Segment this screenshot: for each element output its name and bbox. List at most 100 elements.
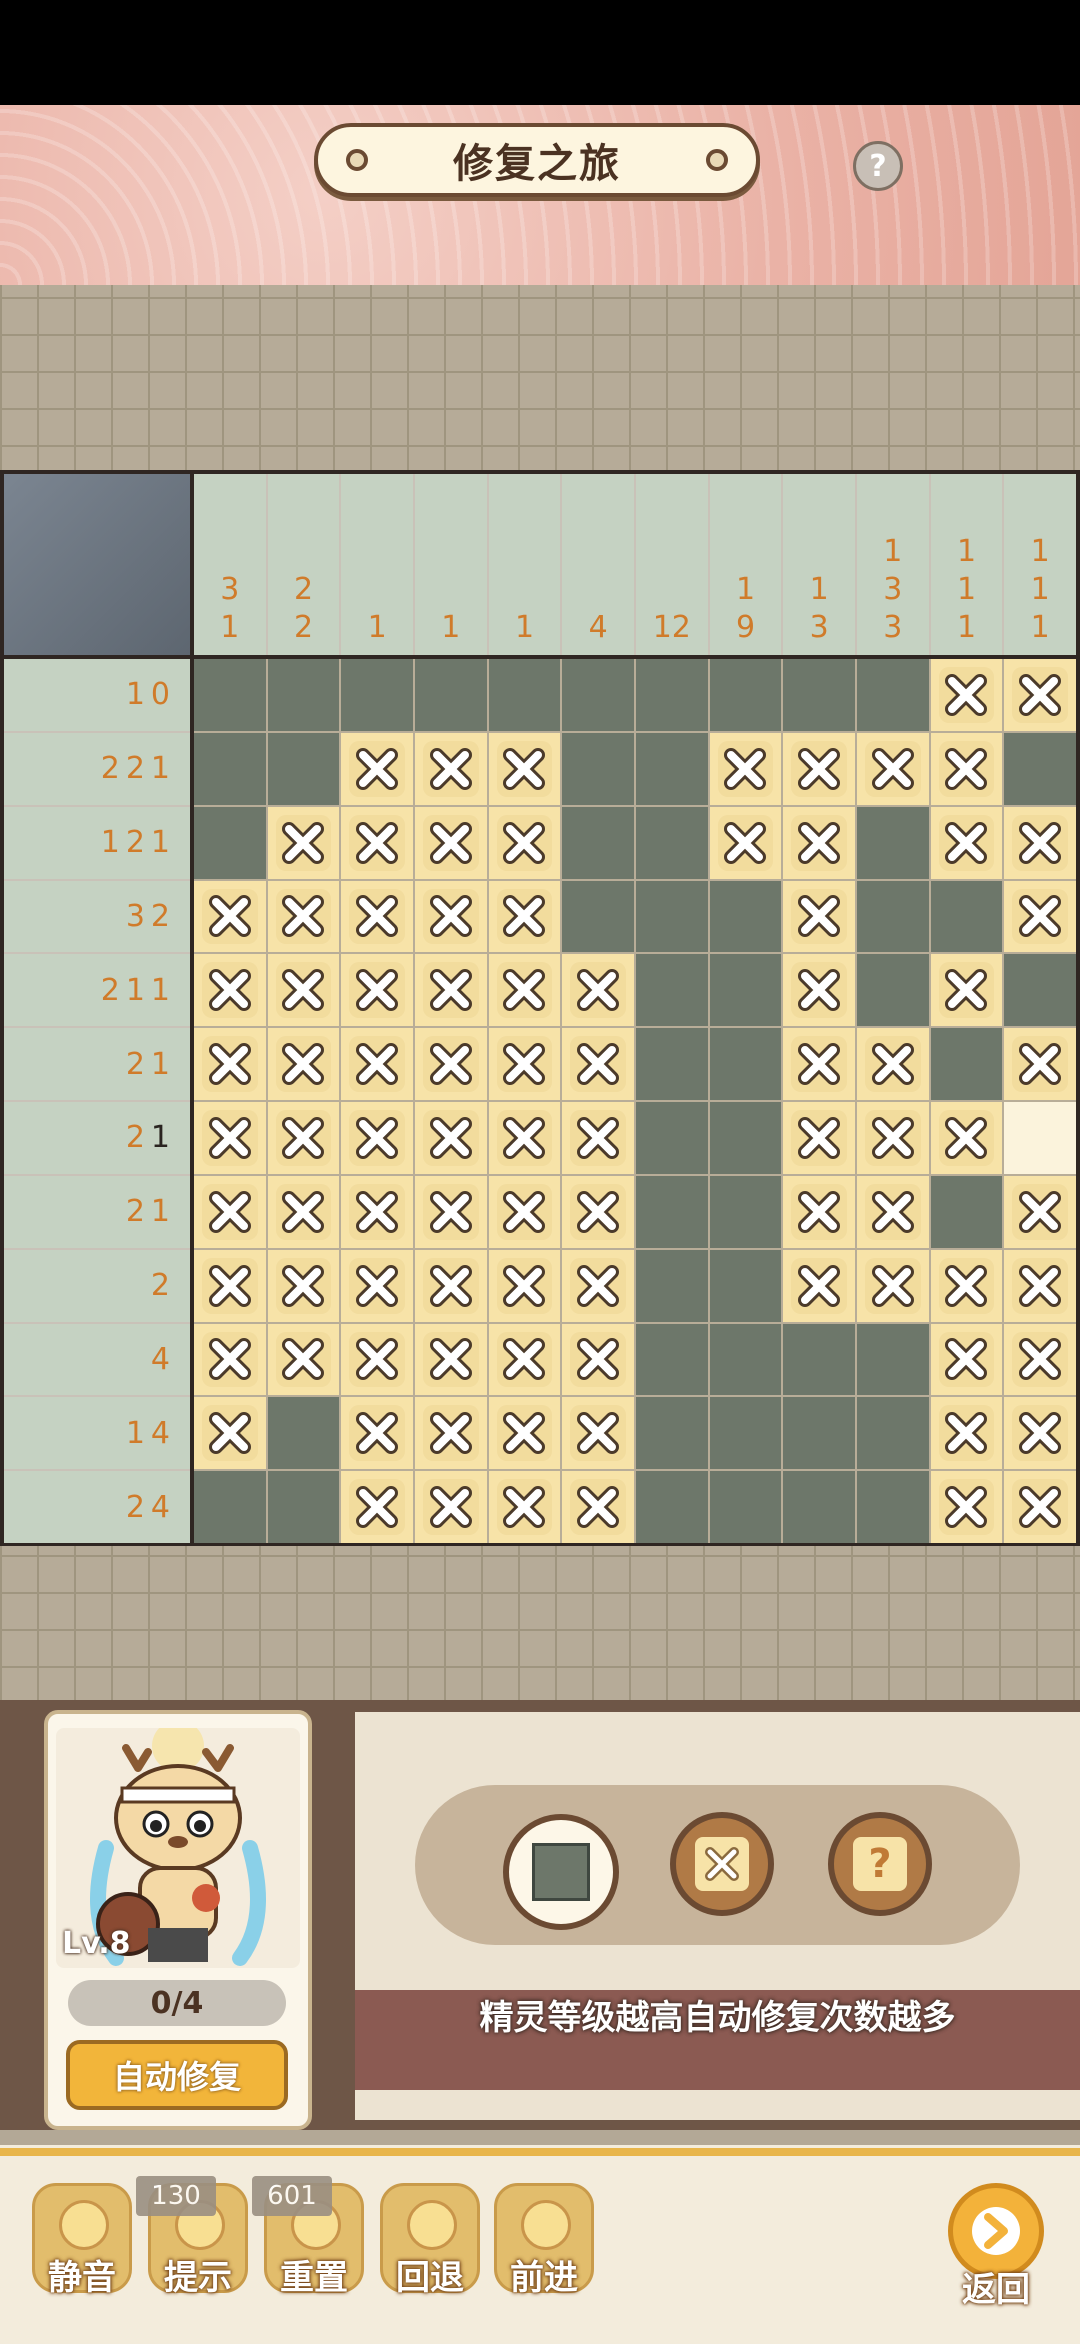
crossed-cell[interactable] <box>267 1249 340 1322</box>
filled-cell[interactable] <box>856 1397 929 1470</box>
crossed-cell[interactable] <box>856 1175 929 1248</box>
filled-cell[interactable] <box>267 659 340 731</box>
crossed-cell[interactable] <box>1004 1323 1076 1396</box>
filled-cell[interactable] <box>856 954 929 1027</box>
crossed-cell[interactable] <box>414 1102 487 1174</box>
filled-cell[interactable] <box>194 1471 266 1543</box>
crossed-cell[interactable] <box>414 1471 487 1543</box>
crossed-cell[interactable] <box>488 1102 561 1174</box>
crossed-cell[interactable] <box>267 1028 340 1100</box>
crossed-cell[interactable] <box>1004 1397 1076 1470</box>
crossed-cell[interactable] <box>194 1323 266 1396</box>
crossed-cell[interactable] <box>562 1028 634 1100</box>
crossed-cell[interactable] <box>194 1397 266 1470</box>
crossed-cell[interactable] <box>783 880 855 953</box>
crossed-cell[interactable] <box>488 806 561 879</box>
crossed-cell[interactable] <box>414 1249 487 1322</box>
filled-cell[interactable] <box>930 1175 1003 1248</box>
crossed-cell[interactable] <box>562 1471 634 1543</box>
filled-cell[interactable] <box>635 1102 708 1174</box>
filled-cell[interactable] <box>709 954 782 1027</box>
crossed-cell[interactable] <box>488 1397 561 1470</box>
filled-cell[interactable] <box>562 732 634 805</box>
crossed-cell[interactable] <box>1004 1249 1076 1322</box>
filled-cell[interactable] <box>635 659 708 731</box>
puzzle-grid[interactable] <box>194 659 1076 1543</box>
crossed-cell[interactable] <box>341 1102 413 1174</box>
crossed-cell[interactable] <box>414 732 487 805</box>
crossed-cell[interactable] <box>783 1102 855 1174</box>
crossed-cell[interactable] <box>414 1323 487 1396</box>
filled-cell[interactable] <box>635 1323 708 1396</box>
crossed-cell[interactable] <box>341 1397 413 1470</box>
filled-cell[interactable] <box>709 1102 782 1174</box>
filled-cell[interactable] <box>635 1028 708 1100</box>
filled-cell[interactable] <box>709 880 782 953</box>
filled-cell[interactable] <box>709 1471 782 1543</box>
fill-tool-button[interactable] <box>503 1814 619 1930</box>
filled-cell[interactable] <box>635 880 708 953</box>
crossed-cell[interactable] <box>414 880 487 953</box>
crossed-cell[interactable] <box>488 1249 561 1322</box>
crossed-cell[interactable] <box>930 954 1003 1027</box>
filled-cell[interactable] <box>783 1323 855 1396</box>
crossed-cell[interactable] <box>341 806 413 879</box>
filled-cell[interactable] <box>709 1397 782 1470</box>
crossed-cell[interactable] <box>930 1249 1003 1322</box>
crossed-cell[interactable] <box>783 954 855 1027</box>
crossed-cell[interactable] <box>930 732 1003 805</box>
unknown-tool-button[interactable]: ? <box>828 1812 932 1916</box>
crossed-cell[interactable] <box>341 880 413 953</box>
filled-cell[interactable] <box>562 806 634 879</box>
filled-cell[interactable] <box>783 659 855 731</box>
crossed-cell[interactable] <box>341 1175 413 1248</box>
crossed-cell[interactable] <box>930 1323 1003 1396</box>
crossed-cell[interactable] <box>194 954 266 1027</box>
filled-cell[interactable] <box>930 880 1003 953</box>
crossed-cell[interactable] <box>1004 1175 1076 1248</box>
filled-cell[interactable] <box>635 732 708 805</box>
crossed-cell[interactable] <box>562 1323 634 1396</box>
crossed-cell[interactable] <box>267 806 340 879</box>
filled-cell[interactable] <box>194 806 266 879</box>
crossed-cell[interactable] <box>341 1471 413 1543</box>
crossed-cell[interactable] <box>930 1102 1003 1174</box>
crossed-cell[interactable] <box>488 1323 561 1396</box>
filled-cell[interactable] <box>709 1249 782 1322</box>
crossed-cell[interactable] <box>930 659 1003 731</box>
filled-cell[interactable] <box>709 1028 782 1100</box>
filled-cell[interactable] <box>1004 732 1076 805</box>
crossed-cell[interactable] <box>709 806 782 879</box>
crossed-cell[interactable] <box>488 1028 561 1100</box>
filled-cell[interactable] <box>856 1323 929 1396</box>
crossed-cell[interactable] <box>856 732 929 805</box>
filled-cell[interactable] <box>783 1471 855 1543</box>
crossed-cell[interactable] <box>488 1471 561 1543</box>
crossed-cell[interactable] <box>194 880 266 953</box>
filled-cell[interactable] <box>930 1028 1003 1100</box>
crossed-cell[interactable] <box>930 1471 1003 1543</box>
filled-cell[interactable] <box>856 659 929 731</box>
crossed-cell[interactable] <box>783 1028 855 1100</box>
filled-cell[interactable] <box>267 1397 340 1470</box>
filled-cell[interactable] <box>856 806 929 879</box>
crossed-cell[interactable] <box>783 806 855 879</box>
help-button[interactable]: ? <box>853 141 903 191</box>
crossed-cell[interactable] <box>783 1249 855 1322</box>
empty-cell[interactable] <box>1004 1102 1076 1174</box>
filled-cell[interactable] <box>635 806 708 879</box>
filled-cell[interactable] <box>1004 954 1076 1027</box>
filled-cell[interactable] <box>635 1397 708 1470</box>
crossed-cell[interactable] <box>267 1175 340 1248</box>
crossed-cell[interactable] <box>194 1102 266 1174</box>
crossed-cell[interactable] <box>562 1102 634 1174</box>
crossed-cell[interactable] <box>1004 659 1076 731</box>
filled-cell[interactable] <box>635 1471 708 1543</box>
crossed-cell[interactable] <box>194 1175 266 1248</box>
crossed-cell[interactable] <box>783 732 855 805</box>
crossed-cell[interactable] <box>414 1397 487 1470</box>
crossed-cell[interactable] <box>856 1028 929 1100</box>
crossed-cell[interactable] <box>267 1323 340 1396</box>
crossed-cell[interactable] <box>267 880 340 953</box>
filled-cell[interactable] <box>414 659 487 731</box>
